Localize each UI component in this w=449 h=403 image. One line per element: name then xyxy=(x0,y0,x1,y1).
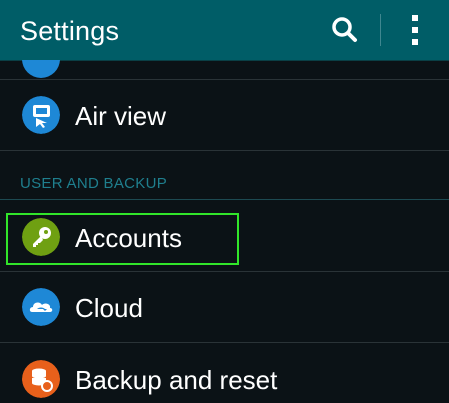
separator xyxy=(0,150,449,151)
backup-reset-icon xyxy=(22,360,60,398)
air-view-label: Air view xyxy=(75,101,167,131)
backup-reset-label: Backup and reset xyxy=(75,365,278,395)
list-item-backup-reset[interactable]: Backup and reset xyxy=(0,343,449,403)
more-vertical-icon xyxy=(412,15,418,45)
appbar-divider xyxy=(380,14,381,46)
list-item-air-view[interactable]: Air view xyxy=(0,80,449,150)
air-view-icon xyxy=(22,96,60,134)
search-button[interactable] xyxy=(328,13,362,47)
list-item-cloud[interactable]: Cloud xyxy=(0,272,449,342)
list-item-partial[interactable] xyxy=(0,60,449,78)
more-options-button[interactable] xyxy=(400,12,430,48)
cloud-icon xyxy=(22,288,60,326)
search-icon xyxy=(332,17,357,42)
cloud-label: Cloud xyxy=(75,293,143,323)
partial-item-icon xyxy=(22,60,60,78)
page-title: Settings xyxy=(20,16,120,46)
accounts-label: Accounts xyxy=(75,223,182,253)
list-item-accounts[interactable]: Accounts xyxy=(0,200,449,271)
app-bar: Settings xyxy=(0,0,449,60)
key-icon xyxy=(22,218,60,256)
section-header-user-backup: USER AND BACKUP xyxy=(20,175,168,192)
